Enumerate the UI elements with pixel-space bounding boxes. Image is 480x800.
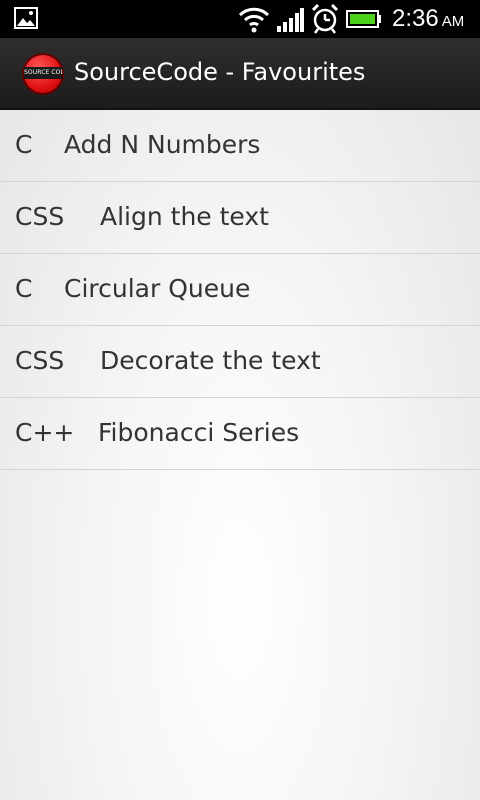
battery-icon: [346, 10, 382, 32]
clock: 2:36 AM: [392, 5, 464, 33]
clock-time: 2:36: [392, 5, 439, 32]
alarm-icon: [311, 3, 339, 38]
list-item-language: CSS: [15, 202, 65, 231]
list-item-language: C++: [15, 418, 75, 447]
list-item-language: C: [15, 130, 33, 159]
list-item-title: Decorate the text: [100, 346, 321, 375]
list-item-title: Align the text: [100, 202, 269, 231]
action-bar: SOURCE CODE SourceCode - Favourites: [0, 38, 480, 110]
list-item[interactable]: C Add N Numbers: [0, 110, 480, 182]
clock-ampm: AM: [441, 13, 465, 30]
list-item[interactable]: C Circular Queue: [0, 254, 480, 326]
gallery-icon: [14, 7, 38, 33]
list-item[interactable]: CSS Align the text: [0, 182, 480, 254]
list-item[interactable]: C++ Fibonacci Series: [0, 398, 480, 470]
list-item-language: C: [15, 274, 33, 303]
favourites-list: C Add N Numbers CSS Align the text C Cir…: [0, 110, 480, 470]
list-item-title: Circular Queue: [64, 274, 251, 303]
list-item-title: Add N Numbers: [64, 130, 261, 159]
app-logo-text: SOURCE CODE: [24, 67, 62, 79]
app-logo-icon[interactable]: SOURCE CODE: [22, 53, 64, 95]
list-item-title: Fibonacci Series: [98, 418, 300, 447]
list-item[interactable]: CSS Decorate the text: [0, 326, 480, 398]
page-title: SourceCode - Favourites: [74, 58, 366, 86]
list-item-language: CSS: [15, 346, 65, 375]
status-bar: 2:36 AM: [0, 0, 480, 38]
signal-icon: [276, 8, 304, 36]
wifi-icon: [238, 5, 270, 37]
